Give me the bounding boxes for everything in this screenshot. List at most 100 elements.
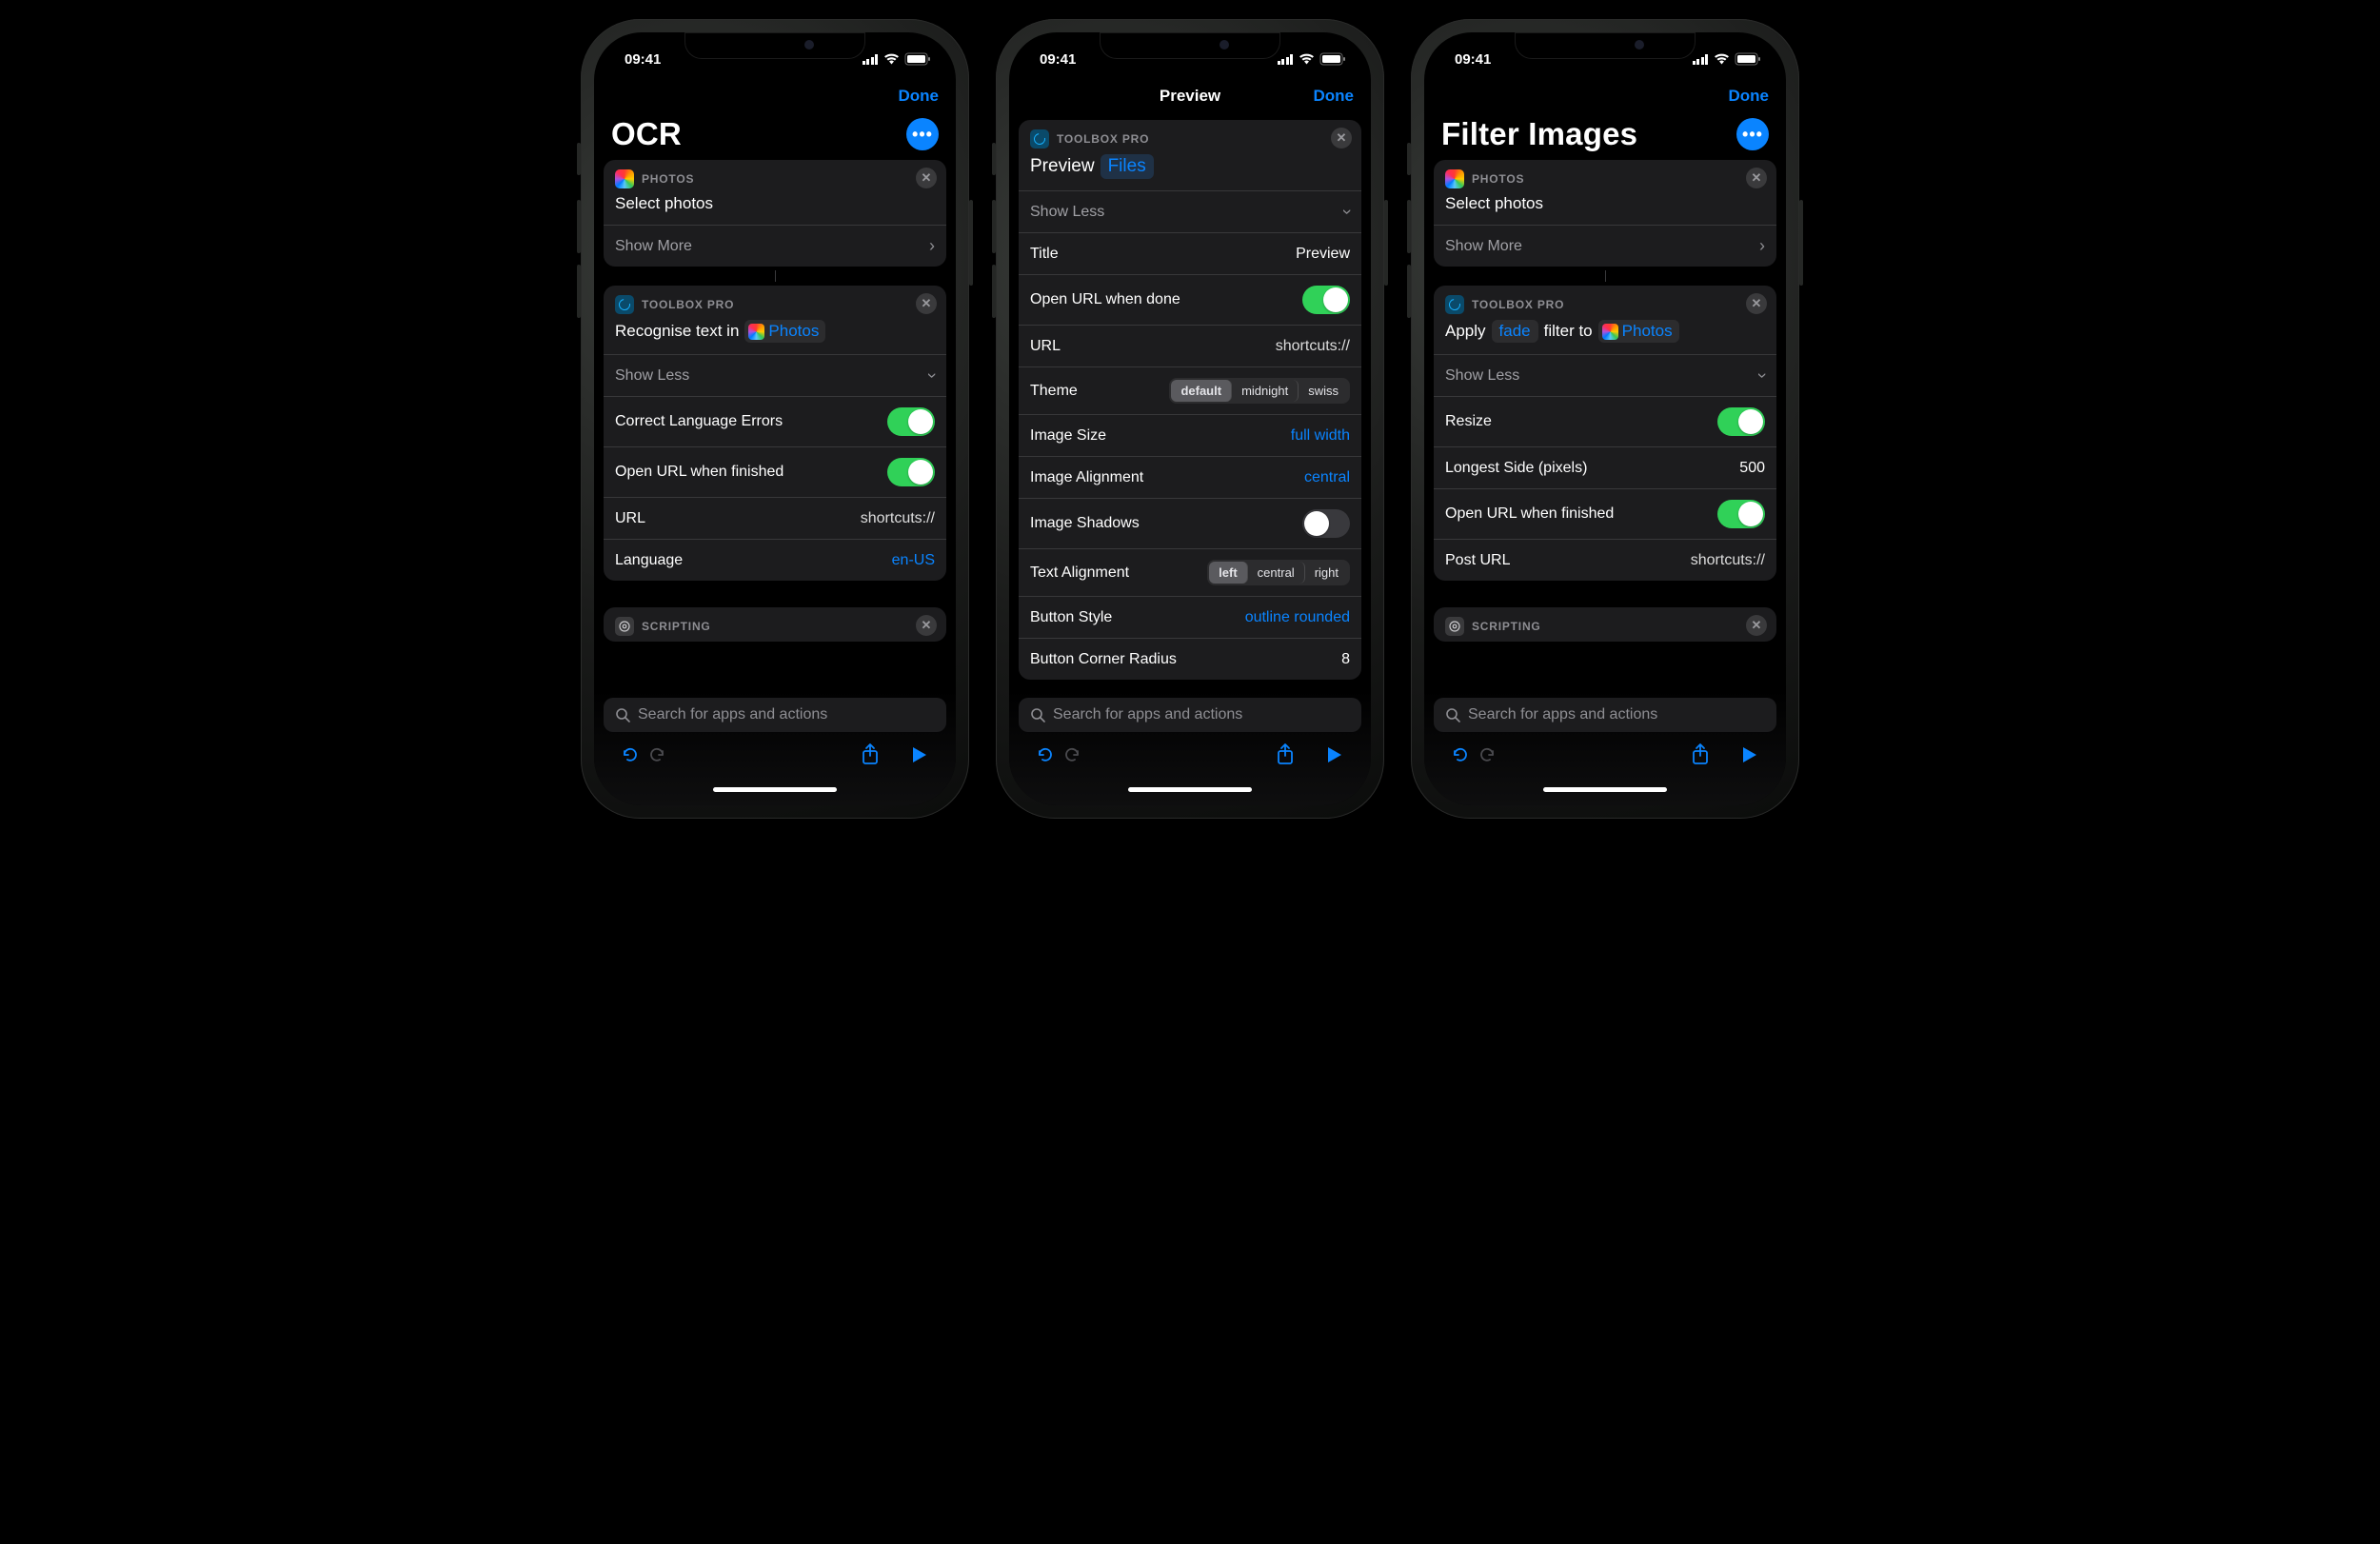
cellular-icon [1693,54,1709,65]
photos-variable-token[interactable]: Photos [1598,320,1679,343]
action-title: Select photos [1434,194,1776,225]
action-card-scripting[interactable]: SCRIPTING ✕ [1434,607,1776,642]
show-less-row[interactable]: Show Less › [1019,190,1361,232]
remove-action-button[interactable]: ✕ [916,168,937,188]
param-longest-side[interactable]: Longest Side (pixels) 500 [1434,446,1776,488]
toolbar [604,740,946,774]
toolbar [1434,740,1776,774]
param-url[interactable]: URL shortcuts:// [1019,325,1361,366]
param-image-size[interactable]: Image Size full width [1019,414,1361,456]
more-button[interactable]: ••• [1736,118,1769,150]
fade-variable-token[interactable]: fade [1492,320,1538,343]
action-card-photos[interactable]: PHOTOS ✕ Select photos Show More › [604,160,946,267]
undo-button[interactable] [617,744,644,771]
app-label: PHOTOS [642,172,694,186]
chevron-down-icon: › [1753,373,1773,379]
nav-bar: Done [1424,74,1786,116]
toggle-correct-errors[interactable] [887,407,935,436]
more-button[interactable]: ••• [906,118,939,150]
param-button-style[interactable]: Button Style outline rounded [1019,596,1361,638]
redo-button[interactable] [644,744,670,771]
app-label: TOOLBOX PRO [1057,132,1149,146]
param-image-shadows: Image Shadows [1019,498,1361,548]
text-align-segmented[interactable]: left central right [1207,560,1350,585]
photos-variable-token[interactable]: Photos [744,320,825,343]
search-field[interactable]: Search for apps and actions [1434,698,1776,732]
app-label: TOOLBOX PRO [642,298,734,311]
redo-button[interactable] [1059,744,1085,771]
theme-segmented[interactable]: default midnight swiss [1169,378,1350,404]
param-post-url[interactable]: Post URL shortcuts:// [1434,539,1776,581]
app-label: PHOTOS [1472,172,1524,186]
toolbox-app-icon [1445,295,1464,314]
remove-action-button[interactable]: ✕ [1746,168,1767,188]
show-more-row[interactable]: Show More › [604,225,946,267]
done-button[interactable]: Done [1729,87,1770,106]
home-indicator[interactable] [713,787,837,792]
param-title[interactable]: Title Preview [1019,232,1361,274]
undo-button[interactable] [1447,744,1474,771]
photos-app-icon [1602,324,1618,340]
toggle-image-shadows[interactable] [1302,509,1350,538]
remove-action-button[interactable]: ✕ [1746,615,1767,636]
files-variable-token[interactable]: Files [1101,154,1154,179]
param-language[interactable]: Language en-US [604,539,946,581]
app-label: SCRIPTING [1472,620,1541,633]
param-open-url-finished: Open URL when finished [1434,488,1776,539]
play-button[interactable] [906,745,933,770]
param-image-alignment[interactable]: Image Alignment central [1019,456,1361,498]
device-frame-3: 09:41 Done Filter Images ••• PHOTOS [1411,19,1799,819]
search-icon [615,707,630,723]
battery-icon [1320,53,1346,65]
remove-action-button[interactable]: ✕ [916,615,937,636]
param-url[interactable]: URL shortcuts:// [604,497,946,539]
toggle-resize[interactable] [1717,407,1765,436]
search-placeholder: Search for apps and actions [638,706,827,723]
show-less-row[interactable]: Show Less › [1434,354,1776,396]
search-field[interactable]: Search for apps and actions [604,698,946,732]
toggle-open-url[interactable] [1717,500,1765,528]
toggle-open-url-done[interactable] [1302,286,1350,314]
show-more-row[interactable]: Show More › [1434,225,1776,267]
param-open-url-finished: Open URL when finished [604,446,946,497]
share-button[interactable] [1687,743,1714,772]
search-icon [1445,707,1460,723]
remove-action-button[interactable]: ✕ [916,293,937,314]
action-card-toolbox[interactable]: TOOLBOX PRO ✕ Recognise text in Photos S… [604,286,946,581]
wifi-icon [1714,53,1730,65]
app-label: SCRIPTING [642,620,711,633]
play-button[interactable] [1736,745,1763,770]
action-card-photos[interactable]: PHOTOS ✕ Select photos Show More › [1434,160,1776,267]
undo-button[interactable] [1032,744,1059,771]
param-button-radius[interactable]: Button Corner Radius 8 [1019,638,1361,680]
home-indicator[interactable] [1543,787,1667,792]
page-title: Filter Images [1441,116,1637,152]
chevron-down-icon: › [1338,209,1358,215]
battery-icon [1735,53,1761,65]
share-button[interactable] [1272,743,1299,772]
param-text-alignment: Text Alignment left central right [1019,548,1361,596]
play-button[interactable] [1321,745,1348,770]
done-button[interactable]: Done [899,87,940,106]
action-card-scripting[interactable]: SCRIPTING ✕ [604,607,946,642]
home-indicator[interactable] [1128,787,1252,792]
search-field[interactable]: Search for apps and actions [1019,698,1361,732]
nav-bar: Preview Done [1009,74,1371,116]
share-button[interactable] [857,743,883,772]
action-card-toolbox[interactable]: TOOLBOX PRO ✕ Preview Files Show Less › … [1019,120,1361,680]
remove-action-button[interactable]: ✕ [1331,128,1352,148]
battery-icon [905,53,931,65]
connector-line [604,270,946,282]
redo-button[interactable] [1474,744,1500,771]
show-less-row[interactable]: Show Less › [604,354,946,396]
param-open-url-done: Open URL when done [1019,274,1361,325]
action-card-toolbox[interactable]: TOOLBOX PRO ✕ Apply fade filter to Photo… [1434,286,1776,581]
photos-app-icon [748,324,764,340]
photos-app-icon [1445,169,1464,188]
status-time: 09:41 [1455,51,1491,68]
toggle-open-url[interactable] [887,458,935,486]
remove-action-button[interactable]: ✕ [1746,293,1767,314]
action-title: Recognise text in Photos [604,320,946,354]
done-button[interactable]: Done [1314,87,1355,106]
chevron-right-icon: › [929,236,935,256]
